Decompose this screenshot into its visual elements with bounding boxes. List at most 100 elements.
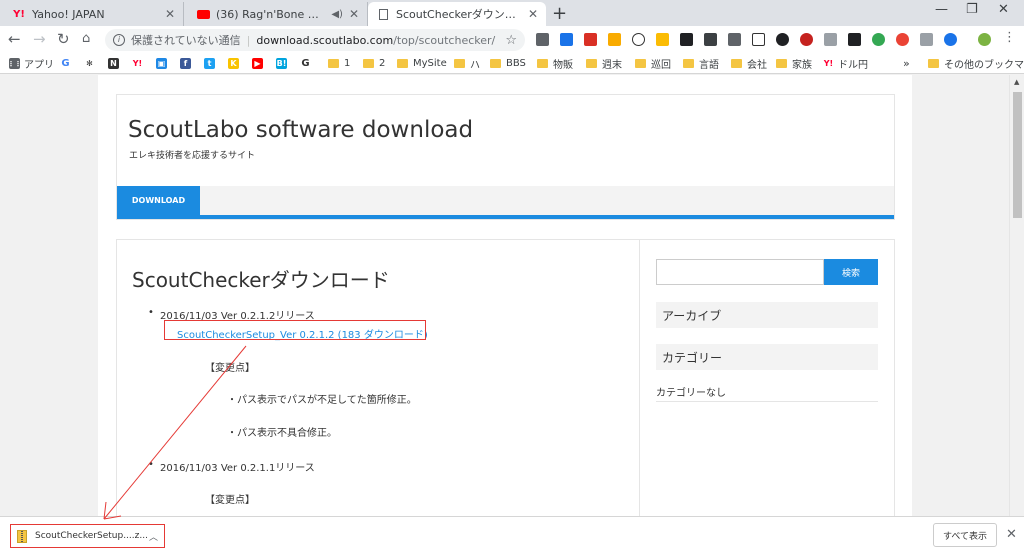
bookmark-icon[interactable]: K	[228, 58, 239, 69]
bookmark-icon[interactable]: G	[300, 58, 311, 69]
download-item[interactable]: ScoutCheckerSetup....z... ︿	[10, 524, 165, 548]
bookmarks-overflow-button[interactable]: »	[903, 56, 910, 71]
page-title: ScoutCheckerダウンロード	[132, 268, 390, 292]
extension-icon[interactable]	[848, 33, 861, 46]
archive-heading: アーカイブ	[656, 302, 878, 328]
yahoo-icon[interactable]: Y!	[132, 58, 143, 69]
extension-icon[interactable]	[728, 33, 741, 46]
tab-title: (36) Rag'n'Bone Man - Huma	[216, 7, 325, 21]
page-body: ScoutLabo software download エレキ技術者を応援するサ…	[98, 75, 912, 516]
tab-youtube[interactable]: (36) Rag'n'Bone Man - Huma ◀) ✕	[188, 2, 368, 26]
scroll-up-icon[interactable]: ▲	[1014, 78, 1019, 86]
extension-icon[interactable]	[872, 33, 885, 46]
hatena-icon[interactable]: B!	[276, 58, 287, 69]
yahoo-icon: Y!	[13, 8, 25, 20]
scroll-thumb[interactable]	[1013, 92, 1022, 218]
google-icon[interactable]: G	[60, 58, 71, 69]
forward-icon[interactable]: →	[33, 30, 46, 48]
bookmark-folder[interactable]: 言語	[683, 56, 719, 71]
close-icon[interactable]: ✕	[1006, 527, 1017, 542]
profile-avatar[interactable]	[978, 33, 991, 46]
minimize-button[interactable]: —	[935, 2, 948, 17]
folder-label: 言語	[699, 60, 719, 71]
search-input[interactable]	[656, 259, 824, 285]
bookmark-dollar-yen[interactable]: Y! ドル円	[823, 56, 868, 71]
bookmark-folder[interactable]: MySite	[397, 56, 447, 71]
folder-icon	[454, 59, 465, 68]
shield-icon[interactable]	[824, 33, 837, 46]
extension-icon[interactable]	[896, 33, 909, 46]
nav-download-link[interactable]: DOWNLOAD	[117, 186, 200, 215]
extension-icon[interactable]	[584, 33, 597, 46]
extension-icon[interactable]	[632, 33, 645, 46]
folder-icon	[397, 59, 408, 68]
extension-icon[interactable]	[944, 33, 957, 46]
extension-icon[interactable]	[704, 33, 717, 46]
apps-shortcut[interactable]: ⋮⋮ アプリ	[8, 56, 54, 71]
page-scrollbar[interactable]: ▲	[1009, 75, 1024, 516]
home-icon[interactable]: ⌂	[82, 31, 90, 46]
tab-yahoo[interactable]: Y! Yahoo! JAPAN ✕	[4, 2, 184, 26]
bookmark-icon[interactable]: ✻	[84, 58, 95, 69]
close-icon[interactable]: ✕	[349, 7, 359, 21]
extension-icon[interactable]	[800, 33, 813, 46]
close-icon[interactable]: ✕	[165, 7, 175, 21]
download-filename: ScoutCheckerSetup....z...	[35, 531, 148, 541]
search-button[interactable]: 検索	[824, 259, 878, 285]
extension-icon[interactable]	[752, 33, 765, 46]
folder-label: MySite	[413, 58, 447, 69]
site-description: エレキ技術者を応援するサイト	[129, 151, 256, 161]
reload-icon[interactable]: ↻	[57, 30, 70, 48]
new-tab-button[interactable]: +	[552, 3, 567, 24]
close-icon[interactable]: ✕	[528, 7, 538, 21]
folder-label: 会社	[747, 60, 767, 71]
info-icon[interactable]: i	[113, 34, 125, 46]
category-empty-text: カテゴリーなし	[656, 388, 726, 399]
bookmark-icon[interactable]: ▣	[156, 58, 167, 69]
window-close-button[interactable]: ✕	[998, 2, 1009, 17]
url-host: download.scoutlabo.com	[256, 33, 394, 47]
folder-label: 物販	[553, 60, 573, 71]
browser-toolbar: ← → ↻ ⌂ i 保護されていない通信 | download.scoutlab…	[0, 26, 1024, 53]
divider	[656, 401, 878, 402]
zip-file-icon	[17, 529, 27, 543]
bookmark-folder[interactable]: ハ	[454, 56, 480, 71]
main-nav: DOWNLOAD	[117, 186, 894, 219]
security-indicator[interactable]: 保護されていない通信	[131, 32, 241, 48]
bookmark-folder[interactable]: 2	[363, 56, 385, 71]
extension-icon[interactable]	[560, 33, 573, 46]
tab-scoutchecker[interactable]: ScoutCheckerダウンロード | ScoutL ✕	[368, 2, 546, 26]
twitter-icon[interactable]: t	[204, 58, 215, 69]
restore-button[interactable]: ❐	[966, 2, 978, 17]
bookmark-folder[interactable]: 1	[328, 56, 350, 71]
site-header: ScoutLabo software download エレキ技術者を応援するサ…	[116, 94, 895, 220]
bookmark-folder[interactable]: BBS	[490, 56, 526, 71]
tab-title: Yahoo! JAPAN	[32, 7, 105, 21]
extension-icon[interactable]	[920, 33, 933, 46]
chevron-up-icon[interactable]: ︿	[149, 530, 158, 543]
bookmark-icon[interactable]: N	[108, 58, 119, 69]
back-icon[interactable]: ←	[8, 30, 21, 48]
folder-icon	[683, 59, 694, 68]
amazon-icon[interactable]	[680, 33, 693, 46]
bookmark-folder[interactable]: 会社	[731, 56, 767, 71]
extension-icon[interactable]	[656, 33, 669, 46]
youtube-icon[interactable]: ▶	[252, 58, 263, 69]
show-all-button[interactable]: すべて表示	[933, 523, 997, 547]
menu-icon[interactable]: ⋮	[1003, 30, 1016, 45]
extension-icon[interactable]	[536, 33, 549, 46]
bookmark-folder[interactable]: 物販	[537, 56, 573, 71]
facebook-icon[interactable]: f	[180, 58, 191, 69]
mute-icon[interactable]: ◀)	[331, 9, 343, 20]
bookmark-folder[interactable]: 家族	[776, 56, 812, 71]
other-bookmarks[interactable]: その他のブックマーク	[928, 56, 1024, 71]
bookmark-folder[interactable]: 週末	[586, 56, 622, 71]
annotation-highlight-box	[164, 320, 426, 340]
extension-icon[interactable]	[776, 33, 789, 46]
site-title[interactable]: ScoutLabo software download	[128, 117, 473, 143]
bookmark-folder[interactable]: 巡回	[635, 56, 671, 71]
folder-label: 2	[379, 58, 386, 69]
bookmark-star-icon[interactable]: ☆	[505, 33, 517, 48]
extension-icon[interactable]	[608, 33, 621, 46]
address-bar[interactable]: i 保護されていない通信 | download.scoutlabo.com /t…	[105, 29, 525, 51]
